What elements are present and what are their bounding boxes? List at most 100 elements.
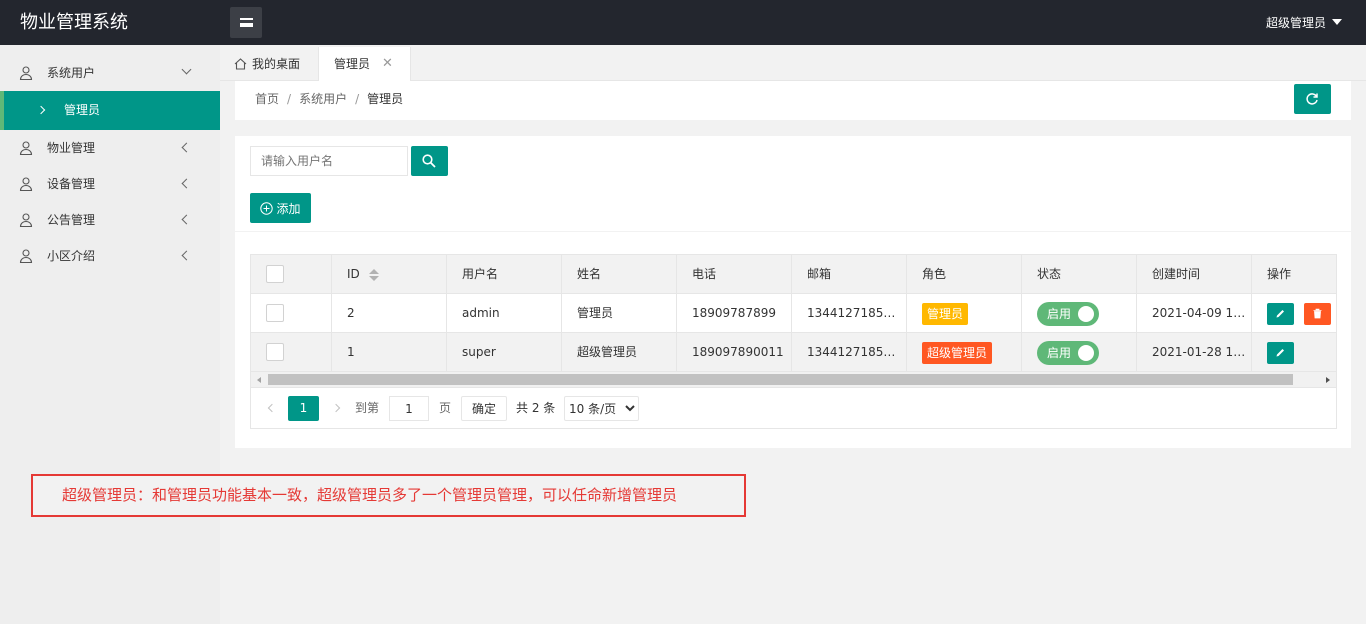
chevron-left-icon [181,250,192,261]
column-header-actions: 操作 [1267,267,1292,281]
search-icon [422,154,436,168]
role-badge: 管理员 [922,302,969,325]
page-number-current[interactable]: 1 [288,396,319,421]
table-row: 1 super 超级管理员 189097890011 1344127185… 超… [251,333,1336,372]
status-toggle[interactable]: 启用 [1037,302,1099,326]
main-card: 添加 ID 用户名 姓名 电话 邮箱 角色 状态 创建时间 操作 2 admin… [235,136,1351,448]
tab-bar: 我的桌面 管理员 ✕ [220,45,1366,81]
row-checkbox-cell [251,294,332,332]
column-header-role: 角色 [907,255,1022,293]
toggle-knob [1078,306,1094,322]
edit-icon [1276,310,1284,318]
sidebar-item-system-users[interactable]: 系统用户 [0,55,220,91]
goto-confirm-button[interactable]: 确定 [461,396,507,421]
breadcrumb-separator: / [287,92,292,106]
sort-icon[interactable] [369,269,379,281]
scroll-right-arrow-icon[interactable] [1326,377,1330,383]
column-header-email: 邮箱 [792,255,907,293]
row-checkbox[interactable] [266,343,284,361]
chevron-left-icon [181,214,192,225]
menu-toggle-button[interactable] [230,7,262,38]
close-icon[interactable]: ✕ [382,47,393,81]
home-icon [234,58,247,70]
search-button[interactable] [411,146,448,176]
edit-button[interactable] [1267,303,1294,325]
status-toggle[interactable]: 启用 [1037,341,1099,365]
page-size-select[interactable]: 10 条/页 [564,396,639,421]
goto-page-input[interactable] [389,396,429,421]
divider [235,231,1351,232]
cell-actions [1252,294,1336,332]
column-header-status: 状态 [1022,255,1137,293]
user-icon [19,141,33,155]
annotation-note: 超级管理员：和管理员功能基本一致，超级管理员多了一个管理员管理，可以任命新增管理… [31,474,746,517]
column-header-created: 创建时间 [1137,255,1252,293]
user-menu[interactable]: 超级管理员 [1266,0,1342,45]
edit-button[interactable] [1267,342,1294,364]
caret-down-icon [1332,18,1342,25]
column-header-id[interactable]: ID [332,255,447,293]
chevron-right-icon [36,105,46,115]
users-table: ID 用户名 姓名 电话 邮箱 角色 状态 创建时间 操作 2 admin 管理… [250,254,1337,429]
pagination: 1 到第 页 确定 共 2 条 10 条/页 [251,389,1336,428]
cell-id: 1 [332,333,447,371]
user-icon [19,213,33,227]
cell-name: 管理员 [562,294,677,332]
sidebar-item-notice[interactable]: 公告管理 [0,202,220,238]
sidebar-item-equipment[interactable]: 设备管理 [0,166,220,202]
refresh-icon [1306,93,1318,105]
total-count: 共 2 条 [516,401,556,415]
status-toggle-label: 启用 [1047,346,1072,360]
tab-home[interactable]: 我的桌面 [234,47,300,81]
cell-actions [1252,333,1336,371]
cell-email: 1344127185… [792,333,907,371]
menu-icon [239,18,253,27]
tab-admin-label: 管理员 [334,57,371,71]
cell-username: super [447,333,562,371]
breadcrumb-panel: 首页 / 系统用户 / 管理员 [235,81,1351,120]
scrollbar-thumb[interactable] [268,374,1293,385]
cell-phone: 189097890011 [677,333,792,371]
horizontal-scrollbar[interactable] [251,372,1336,388]
sidebar-subitem-admin[interactable]: 管理员 [0,91,220,130]
add-button[interactable]: 添加 [250,193,311,223]
header-checkbox-cell [251,255,332,293]
scroll-left-arrow-icon[interactable] [257,377,261,383]
next-page-icon[interactable] [331,403,341,413]
cell-role: 管理员 [907,294,1022,332]
sidebar: 系统用户 管理员 物业管理 设备管理 公告管理 小区介绍 [0,45,220,624]
search-input[interactable] [250,146,408,176]
app-title: 物业管理系统 [0,0,220,45]
refresh-button[interactable] [1294,84,1331,114]
row-checkbox[interactable] [266,304,284,322]
sidebar-subitem-label: 管理员 [64,103,101,117]
select-all-checkbox[interactable] [266,265,284,283]
cell-name: 超级管理员 [562,333,677,371]
top-header: 物业管理系统 超级管理员 [0,0,1366,45]
sidebar-item-community[interactable]: 小区介绍 [0,238,220,274]
chevron-left-icon [181,178,192,189]
tab-admin[interactable]: 管理员 ✕ [318,47,411,81]
trash-icon [1313,308,1322,319]
status-toggle-label: 启用 [1047,307,1072,321]
cell-created: 2021-01-28 1… [1137,333,1252,371]
chevron-down-icon [181,64,192,75]
prev-page-icon[interactable] [267,403,277,413]
add-circle-icon [260,201,274,215]
delete-button[interactable] [1304,303,1331,325]
cell-role: 超级管理员 [907,333,1022,371]
tab-home-label: 我的桌面 [252,57,301,71]
breadcrumb-system-users[interactable]: 系统用户 [299,92,347,106]
page-unit-label: 页 [439,401,452,415]
cell-phone: 18909787899 [677,294,792,332]
chevron-left-icon [181,142,192,153]
cell-status: 启用 [1022,333,1137,371]
cell-created: 2021-04-09 1… [1137,294,1252,332]
breadcrumb-separator: / [355,92,360,106]
column-label: ID [347,267,360,281]
sidebar-item-label: 系统用户 [47,66,96,80]
breadcrumb-home[interactable]: 首页 [255,92,279,106]
column-header-username: 用户名 [447,255,562,293]
cell-status: 启用 [1022,294,1137,332]
sidebar-item-property[interactable]: 物业管理 [0,130,220,166]
